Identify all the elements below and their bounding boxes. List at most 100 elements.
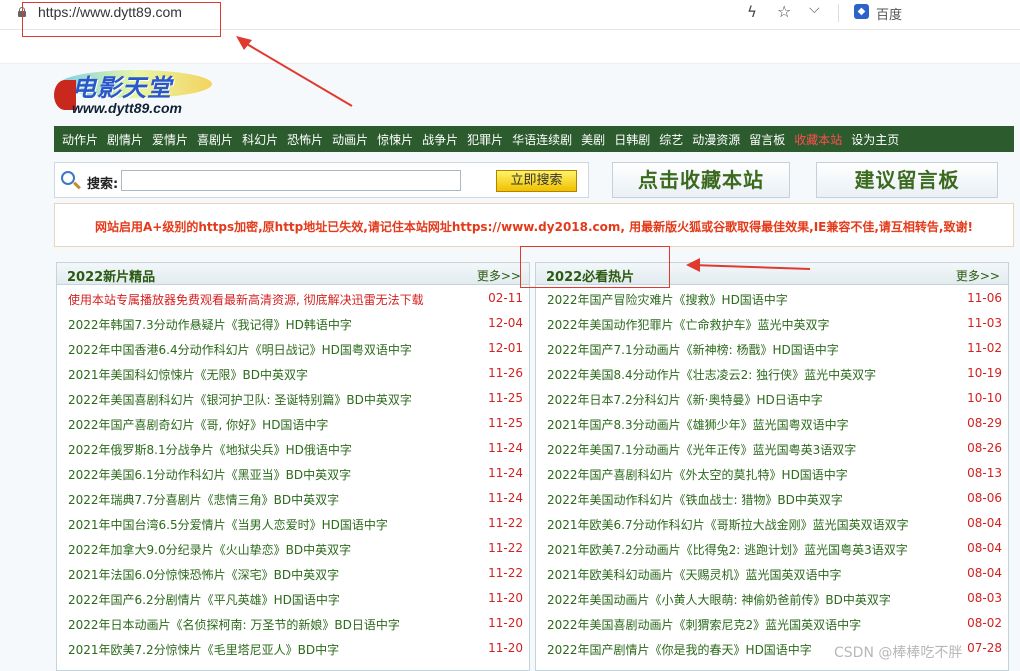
list-item[interactable]: 2022年瑞典7.7分喜剧片《悲情三角》BD中英双字 11-24 <box>57 487 529 512</box>
list-item[interactable]: 2021年中国台湾6.5分爱情片《当男人恋爱时》HD国语中字 11-22 <box>57 512 529 537</box>
list-item[interactable]: 2021年国产8.3分动画片《雄狮少年》蓝光国粤双语中字 08-29 <box>536 412 1008 437</box>
list-item[interactable]: 2022年加拿大9.0分纪录片《火山挚恋》BD中英双字 11-22 <box>57 537 529 562</box>
movie-title-link[interactable]: 使用本站专属播放器免费观看最新高清资源, 彻底解决迅雷无法下载 <box>68 291 424 308</box>
nav-item[interactable]: 战争片 <box>422 131 458 148</box>
star-bookmark-icon[interactable]: ☆ <box>777 2 791 21</box>
movie-title-link[interactable]: 2022年韩国7.3分动作悬疑片《我记得》HD韩语中字 <box>68 316 352 333</box>
list-item[interactable]: 2022年美国动作科幻片《铁血战士: 猎物》BD中英双字 08-06 <box>536 487 1008 512</box>
nav-item[interactable]: 综艺 <box>659 131 683 148</box>
search-button[interactable]: 立即搜索 <box>496 170 577 192</box>
movie-title-link[interactable]: 2022年国产7.1分动画片《新神榜: 杨戬》HD国语中字 <box>547 341 839 358</box>
movie-title-link[interactable]: 2021年美国科幻惊悚片《无限》BD中英双字 <box>68 366 308 383</box>
post-date: 11-20 <box>488 616 523 630</box>
movie-title-link[interactable]: 2022年日本7.2分科幻片《新·奥特曼》HD日语中字 <box>547 391 823 408</box>
movie-title-link[interactable]: 2022年俄罗斯8.1分战争片《地狱尖兵》HD俄语中字 <box>68 441 352 458</box>
list-item[interactable]: 2021年欧美7.2分动画片《比得兔2: 逃跑计划》蓝光国粤英3语双字 08-04 <box>536 537 1008 562</box>
movie-title-link[interactable]: 2022年国产冒险灾难片《搜救》HD国语中字 <box>547 291 788 308</box>
movie-title-link[interactable]: 2021年欧美7.2分动画片《比得兔2: 逃跑计划》蓝光国粤英3语双字 <box>547 541 908 558</box>
nav-item[interactable]: 美剧 <box>581 131 605 148</box>
list-item[interactable]: 使用本站专属播放器免费观看最新高清资源, 彻底解决迅雷无法下载 02-11 <box>57 287 529 312</box>
search-input[interactable] <box>121 170 461 191</box>
lightning-icon[interactable]: ϟ <box>747 3 757 21</box>
annotation-panel-box <box>520 246 670 288</box>
search-icon <box>61 171 75 185</box>
nav-item-bookmark[interactable]: 收藏本站 <box>794 131 842 148</box>
nav-item[interactable]: 恐怖片 <box>287 131 323 148</box>
nav-item-homepage[interactable]: 设为主页 <box>851 131 899 148</box>
chevron-down-icon[interactable]: ⌵ <box>809 1 820 17</box>
nav-item[interactable]: 惊悚片 <box>377 131 413 148</box>
guestbook-button[interactable]: 建议留言板 <box>816 162 998 198</box>
more-link[interactable]: 更多>> <box>477 267 521 284</box>
more-link[interactable]: 更多>> <box>956 267 1000 284</box>
movie-title-link[interactable]: 2021年中国台湾6.5分爱情片《当男人恋爱时》HD国语中字 <box>68 516 388 533</box>
bookmark-site-button[interactable]: 点击收藏本站 <box>612 162 790 198</box>
post-date: 08-06 <box>967 491 1002 505</box>
search-engine-label[interactable]: 百度 <box>876 4 902 23</box>
movie-title-link[interactable]: 2021年欧美科幻动画片《天赐灵机》蓝光国英双语中字 <box>547 566 842 583</box>
nav-item[interactable]: 动画片 <box>332 131 368 148</box>
movie-title-link[interactable]: 2021年欧美6.7分动作科幻片《哥斯拉大战金刚》蓝光国英双语双字 <box>547 516 909 533</box>
list-item[interactable]: 2021年美国科幻惊悚片《无限》BD中英双字 11-26 <box>57 362 529 387</box>
movie-title-link[interactable]: 2021年法国6.0分惊悚恐怖片《深宅》BD中英双字 <box>68 566 339 583</box>
post-date: 11-03 <box>967 316 1002 330</box>
list-item[interactable]: 2022年美国喜剧动画片《刺猬索尼克2》蓝光国英双语中字 08-02 <box>536 612 1008 637</box>
movie-title-link[interactable]: 2022年日本动画片《名侦探柯南: 万圣节的新娘》BD日语中字 <box>68 616 400 633</box>
post-date: 12-01 <box>488 341 523 355</box>
movie-title-link[interactable]: 2022年国产剧情片《你是我的春天》HD国语中字 <box>547 641 812 658</box>
movie-title-link[interactable]: 2022年瑞典7.7分喜剧片《悲情三角》BD中英双字 <box>68 491 339 508</box>
movie-title-link[interactable]: 2022年美国喜剧科幻片《银河护卫队: 圣诞特别篇》BD中英双字 <box>68 391 412 408</box>
list-item[interactable]: 2022年韩国7.3分动作悬疑片《我记得》HD韩语中字 12-04 <box>57 312 529 337</box>
list-item[interactable]: 2022年国产喜剧科幻片《外太空的莫扎特》HD国语中字 08-13 <box>536 462 1008 487</box>
panel-title[interactable]: 2022新片精品 <box>67 266 155 285</box>
list-item[interactable]: 2021年欧美7.2分惊悚片《毛里塔尼亚人》BD中字 11-20 <box>57 637 529 662</box>
post-date: 02-11 <box>488 291 523 305</box>
list-item[interactable]: 2022年国产6.2分剧情片《平凡英雄》HD国语中字 11-20 <box>57 587 529 612</box>
list-item[interactable]: 2021年欧美科幻动画片《天赐灵机》蓝光国英双语中字 08-04 <box>536 562 1008 587</box>
nav-item[interactable]: 犯罪片 <box>467 131 503 148</box>
nav-item[interactable]: 留言板 <box>749 131 785 148</box>
nav-item[interactable]: 动漫资源 <box>692 131 740 148</box>
nav-item[interactable]: 动作片 <box>62 131 98 148</box>
list-item[interactable]: 2022年美国动画片《小黄人大眼萌: 神偷奶爸前传》BD中英双字 08-03 <box>536 587 1008 612</box>
site-logo[interactable]: 电影天堂 www.dytt89.com <box>54 70 214 120</box>
movie-title-link[interactable]: 2022年加拿大9.0分纪录片《火山挚恋》BD中英双字 <box>68 541 351 558</box>
nav-item[interactable]: 华语连续剧 <box>512 131 572 148</box>
logo-title: 电影天堂 <box>72 74 172 102</box>
list-item[interactable]: 2022年美国7.1分动画片《光年正传》蓝光国粤英3语双字 08-26 <box>536 437 1008 462</box>
nav-item[interactable]: 科幻片 <box>242 131 278 148</box>
movie-title-link[interactable]: 2022年美国动作犯罪片《亡命救护车》蓝光中英双字 <box>547 316 830 333</box>
post-date: 11-24 <box>488 466 523 480</box>
list-item[interactable]: 2022年中国香港6.4分动作科幻片《明日战记》HD国粤双语中字 12-01 <box>57 337 529 362</box>
movie-title-link[interactable]: 2022年国产6.2分剧情片《平凡英雄》HD国语中字 <box>68 591 340 608</box>
list-item[interactable]: 2022年俄罗斯8.1分战争片《地狱尖兵》HD俄语中字 11-24 <box>57 437 529 462</box>
list-item[interactable]: 2021年法国6.0分惊悚恐怖片《深宅》BD中英双字 11-22 <box>57 562 529 587</box>
list-item[interactable]: 2022年美国8.4分动作片《壮志凌云2: 独行侠》蓝光中英双字 10-19 <box>536 362 1008 387</box>
list-item[interactable]: 2022年国产冒险灾难片《搜救》HD国语中字 11-06 <box>536 287 1008 312</box>
list-item[interactable]: 2022年美国动作犯罪片《亡命救护车》蓝光中英双字 11-03 <box>536 312 1008 337</box>
movie-title-link[interactable]: 2022年美国8.4分动作片《壮志凌云2: 独行侠》蓝光中英双字 <box>547 366 876 383</box>
list-item[interactable]: 2022年国产7.1分动画片《新神榜: 杨戬》HD国语中字 11-02 <box>536 337 1008 362</box>
watermark: CSDN @棒棒吃不胖 <box>834 645 963 661</box>
list-item[interactable]: 2022年日本动画片《名侦探柯南: 万圣节的新娘》BD日语中字 11-20 <box>57 612 529 637</box>
movie-title-link[interactable]: 2021年国产8.3分动画片《雄狮少年》蓝光国粤双语中字 <box>547 416 849 433</box>
nav-item[interactable]: 爱情片 <box>152 131 188 148</box>
nav-item[interactable]: 剧情片 <box>107 131 143 148</box>
movie-title-link[interactable]: 2022年国产喜剧科幻片《外太空的莫扎特》HD国语中字 <box>547 466 848 483</box>
nav-item[interactable]: 日韩剧 <box>614 131 650 148</box>
baidu-paw-icon[interactable]: ◆ <box>854 4 869 19</box>
list-item[interactable]: 2022年国产喜剧奇幻片《哥, 你好》HD国语中字 11-25 <box>57 412 529 437</box>
list-item[interactable]: 2021年欧美6.7分动作科幻片《哥斯拉大战金刚》蓝光国英双语双字 08-04 <box>536 512 1008 537</box>
movie-title-link[interactable]: 2022年美国喜剧动画片《刺猬索尼克2》蓝光国英双语中字 <box>547 616 861 633</box>
movie-title-link[interactable]: 2022年美国动画片《小黄人大眼萌: 神偷奶爸前传》BD中英双字 <box>547 591 891 608</box>
movie-title-link[interactable]: 2022年美国动作科幻片《铁血战士: 猎物》BD中英双字 <box>547 491 843 508</box>
list-item[interactable]: 2022年美国喜剧科幻片《银河护卫队: 圣诞特别篇》BD中英双字 11-25 <box>57 387 529 412</box>
nav-item[interactable]: 喜剧片 <box>197 131 233 148</box>
list-item[interactable]: 2022年日本7.2分科幻片《新·奥特曼》HD日语中字 10-10 <box>536 387 1008 412</box>
movie-title-link[interactable]: 2022年国产喜剧奇幻片《哥, 你好》HD国语中字 <box>68 416 328 433</box>
list-item[interactable]: 2022年美国6.1分动作科幻片《黑亚当》BD中英双字 11-24 <box>57 462 529 487</box>
movie-title-link[interactable]: 2022年美国7.1分动画片《光年正传》蓝光国粤英3语双字 <box>547 441 856 458</box>
movie-title-link[interactable]: 2022年美国6.1分动作科幻片《黑亚当》BD中英双字 <box>68 466 351 483</box>
movie-title-link[interactable]: 2021年欧美7.2分惊悚片《毛里塔尼亚人》BD中字 <box>68 641 339 658</box>
movie-title-link[interactable]: 2022年中国香港6.4分动作科幻片《明日战记》HD国粤双语中字 <box>68 341 412 358</box>
